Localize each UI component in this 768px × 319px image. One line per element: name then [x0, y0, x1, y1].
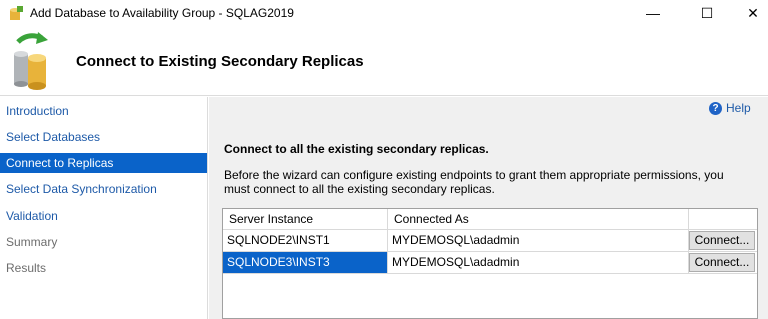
database-sync-icon	[14, 32, 48, 90]
help-label: Help	[726, 101, 751, 115]
column-header-connected-as: Connected As	[394, 212, 469, 226]
maximize-button[interactable]: ☐	[684, 0, 730, 26]
grid-header: Server Instance Connected As	[223, 209, 757, 230]
help-link[interactable]: ? Help	[709, 101, 751, 115]
sidebar-item-results: Results	[6, 261, 47, 275]
server-instance-cell[interactable]: SQLNODE3\INST3	[223, 252, 387, 273]
connected-as-cell[interactable]: MYDEMOSQL\adadmin	[388, 252, 688, 273]
description-text: Before the wizard can configure existing…	[224, 168, 724, 196]
sidebar-item-connect-to-replicas[interactable]: Connect to Replicas	[0, 153, 207, 173]
server-instance-cell[interactable]: SQLNODE2\INST1	[223, 230, 387, 251]
title-bar: Add Database to Availability Group - SQL…	[0, 0, 768, 26]
section-title: Connect to all the existing secondary re…	[224, 142, 489, 156]
sidebar-item-introduction[interactable]: Introduction	[0, 101, 207, 121]
column-header-server-instance: Server Instance	[229, 212, 314, 226]
sidebar-item-select-databases[interactable]: Select Databases	[0, 127, 207, 147]
sidebar-item-validation[interactable]: Validation	[0, 206, 207, 226]
close-button[interactable]: ✕	[730, 0, 768, 26]
window-title: Add Database to Availability Group - SQL…	[30, 6, 294, 20]
wizard-sidebar: Introduction Select Databases Connect to…	[0, 97, 208, 319]
page-title: Connect to Existing Secondary Replicas	[76, 53, 364, 70]
sidebar-item-summary: Summary	[6, 235, 58, 249]
sidebar-item-select-data-synchronization[interactable]: Select Data Synchronization	[0, 179, 207, 199]
replicas-grid: Server Instance Connected As SQLNODE2\IN…	[222, 208, 758, 319]
main-panel: ? Help Connect to all the existing secon…	[209, 97, 768, 319]
wizard-header: Connect to Existing Secondary Replicas	[0, 26, 768, 96]
connect-button[interactable]: Connect...	[689, 253, 755, 272]
column-separator	[688, 209, 689, 230]
table-row[interactable]: SQLNODE2\INST1 MYDEMOSQL\adadmin Connect…	[223, 230, 757, 252]
connect-button[interactable]: Connect...	[689, 231, 755, 250]
minimize-button[interactable]: —	[630, 0, 676, 26]
help-icon: ?	[709, 101, 722, 115]
connected-as-cell[interactable]: MYDEMOSQL\adadmin	[388, 230, 688, 251]
app-icon	[10, 6, 23, 20]
table-row[interactable]: SQLNODE3\INST3 MYDEMOSQL\adadmin Connect…	[223, 252, 757, 274]
